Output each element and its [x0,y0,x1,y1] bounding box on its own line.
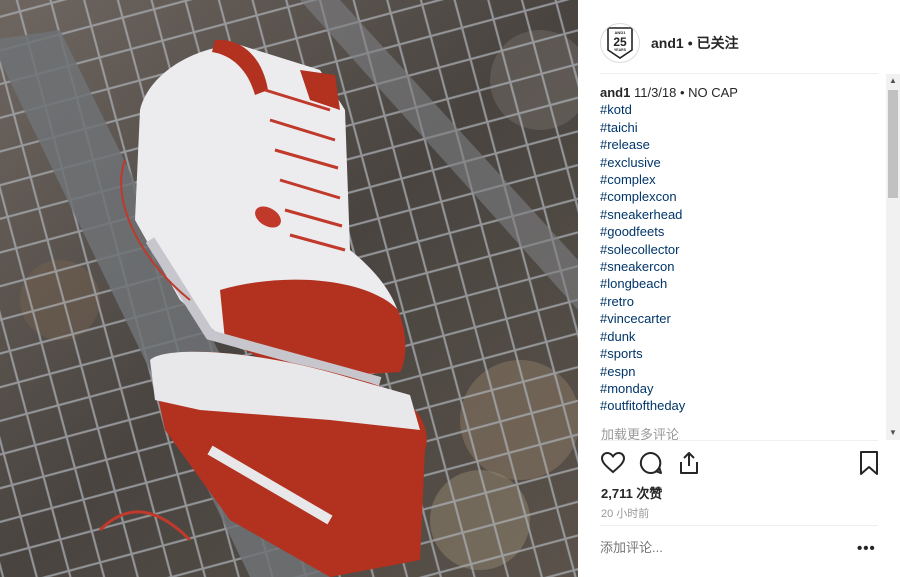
bookmark-icon[interactable] [856,450,882,476]
hashtag-link[interactable]: #kotd [600,101,886,118]
sneaker-image [0,0,578,577]
caption: and1 11/3/18 • NO CAP #kotd #taichi #relea… [600,84,886,415]
hashtag-link[interactable]: #dunk [600,328,886,345]
hashtag-link[interactable]: #longbeach [600,275,886,292]
hashtag-link[interactable]: #goodfeets [600,223,886,240]
hashtag-link[interactable]: #monday [600,380,886,397]
hashtag-link[interactable]: #sneakerhead [600,206,886,223]
more-options-icon[interactable]: ••• [857,540,876,557]
divider [600,525,878,526]
share-icon[interactable] [676,450,702,476]
hashtag-list: #kotd #taichi #release #exclusive #complex #c… [600,101,886,414]
hashtag-link[interactable]: #solecollector [600,241,886,258]
hashtag-link[interactable]: #retro [600,293,886,310]
badge-number: 25 [613,35,627,49]
caption-scrollbar[interactable]: ▲ ▼ [886,74,900,440]
post-photo[interactable] [0,0,578,577]
hashtag-link[interactable]: #taichi [600,119,886,136]
avatar[interactable]: AND1 25 YEARS [600,22,640,63]
timestamp[interactable]: 20 小时前 [601,505,649,521]
hashtag-link[interactable]: #outfitoftheday [600,397,886,414]
hashtag-link[interactable]: #sneakercon [600,258,886,275]
caption-text: 11/3/18 • NO CAP [630,85,738,100]
hashtag-link[interactable]: #complexcon [600,188,886,205]
heart-icon[interactable] [600,450,626,476]
hashtag-link[interactable]: #vincecarter [600,310,886,327]
hashtag-link[interactable]: #exclusive [600,154,886,171]
divider [600,440,878,441]
scrollbar-thumb[interactable] [888,90,898,198]
follow-status-button[interactable]: 已关注 [697,35,739,51]
header-user-line: and1 • 已关注 [651,33,739,53]
hashtag-link[interactable]: #espn [600,363,886,380]
comment-input[interactable] [600,540,840,555]
scroll-up-arrow-icon[interactable]: ▲ [886,74,900,88]
hashtag-link[interactable]: #complex [600,171,886,188]
and1-25-years-badge-icon: AND1 25 YEARS [607,26,633,59]
separator-dot: • [687,34,693,51]
hashtag-link[interactable]: #release [600,136,886,153]
account-name-link[interactable]: and1 [651,35,684,51]
action-bar [600,450,880,476]
caption-username-link[interactable]: and1 [600,85,630,100]
scroll-down-arrow-icon[interactable]: ▼ [886,426,900,440]
badge-bottom-text: YEARS [614,48,627,52]
comment-icon[interactable] [638,450,664,476]
like-count[interactable]: 2,711 次赞 [601,483,662,502]
caption-area: and1 11/3/18 • NO CAP #kotd #taichi #relea… [600,84,886,440]
post-header: AND1 25 YEARS and1 • 已关注 [600,16,878,74]
hashtag-link[interactable]: #sports [600,345,886,362]
